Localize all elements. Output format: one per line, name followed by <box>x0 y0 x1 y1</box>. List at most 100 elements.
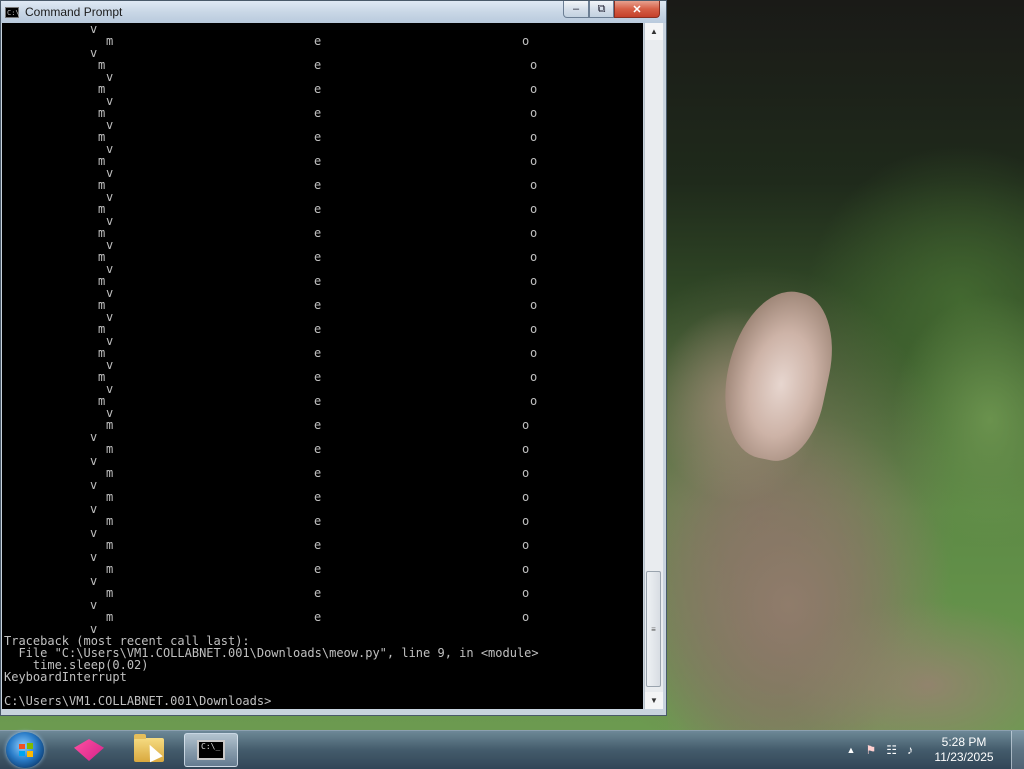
console-char-e: e <box>314 226 322 240</box>
console-char-v: v <box>90 574 98 588</box>
console-char-v: v <box>106 214 114 228</box>
scroll-down-icon: ▼ <box>650 696 658 705</box>
console-line: v <box>2 23 643 35</box>
console-char-m: m <box>98 154 106 168</box>
console-char-o: o <box>530 226 538 240</box>
console-char-m: m <box>98 202 106 216</box>
console-char-e: e <box>314 274 322 288</box>
console-char-m: m <box>98 130 106 144</box>
console-char-m: m <box>98 274 106 288</box>
console-char-v: v <box>90 526 98 540</box>
vertical-scrollbar[interactable]: ▲ ≡ ▼ <box>644 23 663 709</box>
console-char-e: e <box>314 34 322 48</box>
console-char-m: m <box>98 178 106 192</box>
console-char-m: m <box>106 586 114 600</box>
command-prompt-window[interactable]: C:\ Command Prompt – ⧉ ✕ vmeovmeovmeovme… <box>0 0 667 716</box>
console-char-m: m <box>106 538 114 552</box>
cat-body-image <box>668 245 1024 730</box>
console-char-o: o <box>530 202 538 216</box>
system-tray: ▲ ⚑ ☷ ♪ 5:28 PM 11/23/2025 <box>847 731 1024 769</box>
console-char-m: m <box>98 82 106 96</box>
window-bottom-border[interactable] <box>1 709 666 715</box>
console-char-v: v <box>106 358 114 372</box>
console-char-v: v <box>90 550 98 564</box>
console-char-m: m <box>106 610 114 624</box>
console-char-v: v <box>90 502 98 516</box>
console-char-o: o <box>522 586 530 600</box>
console-line: v <box>2 431 643 443</box>
console-output[interactable]: vmeovmeovmeovmeovmeovmeovmeovmeovmeovmeo… <box>2 23 643 709</box>
console-char-m: m <box>106 34 114 48</box>
console-char-e: e <box>314 418 322 432</box>
show-hidden-icons-button[interactable]: ▲ <box>847 745 856 755</box>
console-char-e: e <box>314 82 322 96</box>
console-line: meo <box>2 203 643 215</box>
console-char-e: e <box>314 514 322 528</box>
console-line: v <box>2 575 643 587</box>
taskbar-command-prompt[interactable]: C:\_ <box>184 733 238 767</box>
console-char-v: v <box>106 262 114 276</box>
console-char-v: v <box>90 478 98 492</box>
scroll-down-button[interactable]: ▼ <box>645 692 663 709</box>
console-char-e: e <box>314 562 322 576</box>
command-prompt-line[interactable]: C:\Users\VM1.COLLABNET.001\Downloads> <box>4 695 271 707</box>
console-char-v: v <box>106 334 114 348</box>
cmd-window-icon[interactable]: C:\ <box>5 6 20 18</box>
console-char-m: m <box>106 418 114 432</box>
console-char-e: e <box>314 610 322 624</box>
console-char-m: m <box>98 106 106 120</box>
scroll-thumb[interactable]: ≡ <box>646 571 661 687</box>
console-char-m: m <box>98 394 106 408</box>
console-line: meo <box>2 347 643 359</box>
console-line: meo <box>2 59 643 71</box>
console-line: v <box>2 479 643 491</box>
window-titlebar[interactable]: C:\ Command Prompt – ⧉ ✕ <box>1 1 666 23</box>
console-char-e: e <box>314 538 322 552</box>
console-line: meo <box>2 131 643 143</box>
minimize-button[interactable]: – <box>563 1 589 18</box>
console-line: meo <box>2 251 643 263</box>
taskbar-app-pinned[interactable] <box>62 733 116 767</box>
network-icon[interactable]: ☷ <box>886 743 897 757</box>
clock[interactable]: 5:28 PM 11/23/2025 <box>923 735 1005 765</box>
restore-button[interactable]: ⧉ <box>589 1 614 18</box>
volume-muted-icon[interactable]: ♪ <box>907 743 913 757</box>
console-char-o: o <box>530 154 538 168</box>
restore-icon: ⧉ <box>597 2 606 15</box>
console-char-e: e <box>314 130 322 144</box>
scroll-up-button[interactable]: ▲ <box>645 23 663 40</box>
console-char-e: e <box>314 58 322 72</box>
console-line: meo <box>2 155 643 167</box>
console-line: meo <box>2 275 643 287</box>
console-char-o: o <box>522 610 530 624</box>
console-char-e: e <box>314 466 322 480</box>
console-char-v: v <box>106 166 114 180</box>
console-char-o: o <box>530 250 538 264</box>
console-char-e: e <box>314 322 322 336</box>
action-center-flag-icon[interactable]: ⚑ <box>865 743 876 757</box>
console-char-m: m <box>106 514 114 528</box>
console-char-v: v <box>106 190 114 204</box>
console-char-o: o <box>522 34 530 48</box>
window-title: Command Prompt <box>25 5 123 19</box>
console-char-o: o <box>522 538 530 552</box>
console-char-o: o <box>530 274 538 288</box>
console-line: v <box>2 503 643 515</box>
console-char-e: e <box>314 178 322 192</box>
show-desktop-button[interactable] <box>1011 731 1024 769</box>
console-char-m: m <box>98 226 106 240</box>
console-line: meo <box>2 467 643 479</box>
console-char-o: o <box>522 442 530 456</box>
console-line: meo <box>2 83 643 95</box>
console-char-o: o <box>530 58 538 72</box>
start-button[interactable] <box>6 732 44 768</box>
close-button[interactable]: ✕ <box>614 1 660 18</box>
console-line: meo <box>2 611 643 623</box>
console-char-e: e <box>314 394 322 408</box>
console-line: meo <box>2 371 643 383</box>
console-char-v: v <box>90 23 98 36</box>
console-char-m: m <box>98 370 106 384</box>
console-line: meo <box>2 563 643 575</box>
console-char-m: m <box>106 562 114 576</box>
console-char-m: m <box>98 346 106 360</box>
